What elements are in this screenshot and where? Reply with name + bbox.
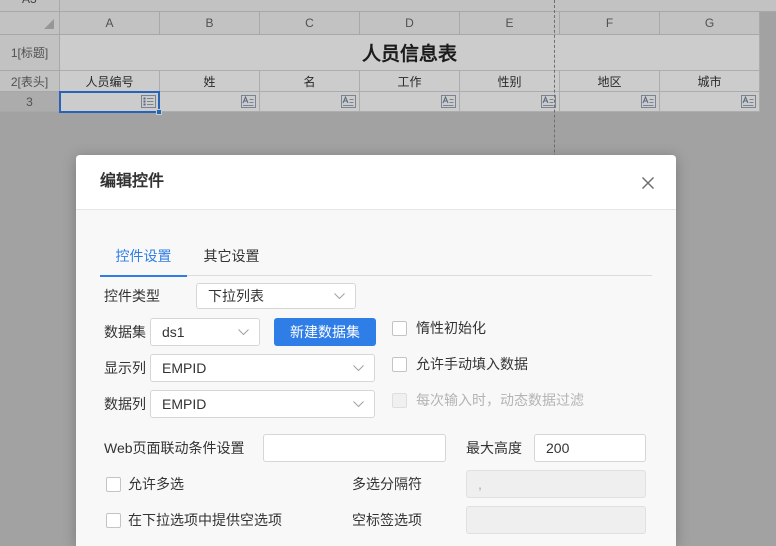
chevron-down-icon — [238, 329, 249, 335]
chevron-down-icon — [353, 365, 364, 371]
widget-type-label: 控件类型 — [104, 288, 160, 304]
web-linkage-label: Web页面联动条件设置 — [104, 440, 245, 456]
lazy-init-checkbox[interactable] — [392, 321, 407, 336]
separator-input — [466, 470, 646, 498]
multi-select-checkbox[interactable] — [106, 477, 121, 492]
close-button[interactable] — [641, 176, 655, 190]
lazy-init-label: 惰性初始化 — [416, 320, 486, 336]
widget-type-value: 下拉列表 — [208, 288, 264, 304]
allow-manual-input-checkbox[interactable] — [392, 357, 407, 372]
empty-label-input — [466, 506, 646, 534]
dataset-select[interactable]: ds1 — [150, 318, 260, 346]
max-height-label: 最大高度 — [466, 440, 522, 456]
widget-type-select[interactable]: 下拉列表 — [196, 283, 356, 309]
data-column-select[interactable]: EMPID — [150, 390, 375, 418]
new-dataset-button[interactable]: 新建数据集 — [274, 318, 376, 346]
display-column-select[interactable]: EMPID — [150, 354, 375, 382]
data-column-label: 数据列 — [104, 396, 146, 412]
tab-other-settings[interactable]: 其它设置 — [187, 243, 276, 276]
edit-widget-dialog: 编辑控件 控件设置 其它设置 控件类型 下拉列表 数据集 ds1 新建数据集 惰… — [76, 155, 676, 546]
chevron-down-icon — [334, 293, 345, 299]
chevron-down-icon — [353, 401, 364, 407]
tab-widget-settings[interactable]: 控件设置 — [100, 243, 187, 277]
empty-label-label: 空标签选项 — [352, 512, 422, 528]
tab-bar: 控件设置 其它设置 — [100, 243, 652, 277]
dynamic-filter-checkbox — [392, 393, 407, 408]
empty-option-checkbox[interactable] — [106, 513, 121, 528]
dataset-label: 数据集 — [104, 324, 146, 340]
display-column-value: EMPID — [162, 360, 207, 376]
max-height-input[interactable] — [534, 434, 646, 462]
dynamic-filter-label: 每次输入时，动态数据过滤 — [416, 392, 584, 408]
allow-manual-input-label: 允许手动填入数据 — [416, 356, 528, 372]
display-column-label: 显示列 — [104, 360, 146, 376]
empty-option-label: 在下拉选项中提供空选项 — [128, 512, 282, 528]
dialog-header: 编辑控件 — [76, 155, 676, 210]
dataset-value: ds1 — [162, 324, 185, 340]
data-column-value: EMPID — [162, 396, 207, 412]
web-linkage-input[interactable] — [263, 434, 446, 462]
dialog-title: 编辑控件 — [100, 173, 165, 190]
close-icon — [641, 176, 655, 190]
separator-label: 多选分隔符 — [352, 476, 422, 492]
multi-select-label: 允许多选 — [128, 476, 184, 492]
